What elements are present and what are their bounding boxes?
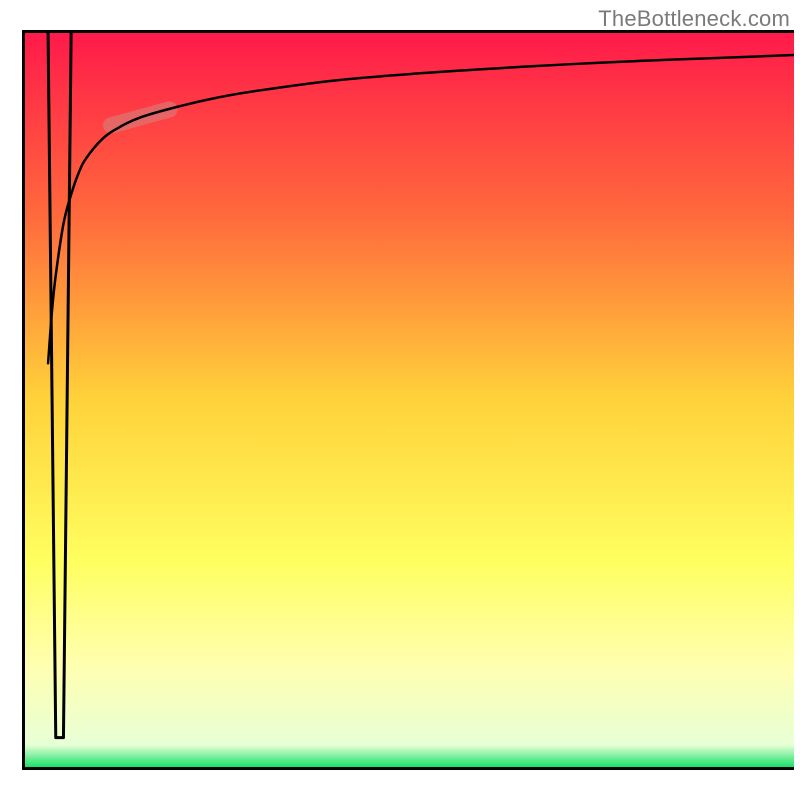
attribution-label: TheBottleneck.com	[598, 6, 790, 32]
plot-svg	[25, 33, 794, 767]
plot-frame	[22, 30, 794, 770]
chart-stage: TheBottleneck.com	[0, 0, 800, 800]
plot-area	[25, 33, 794, 767]
gradient-background	[25, 33, 794, 767]
